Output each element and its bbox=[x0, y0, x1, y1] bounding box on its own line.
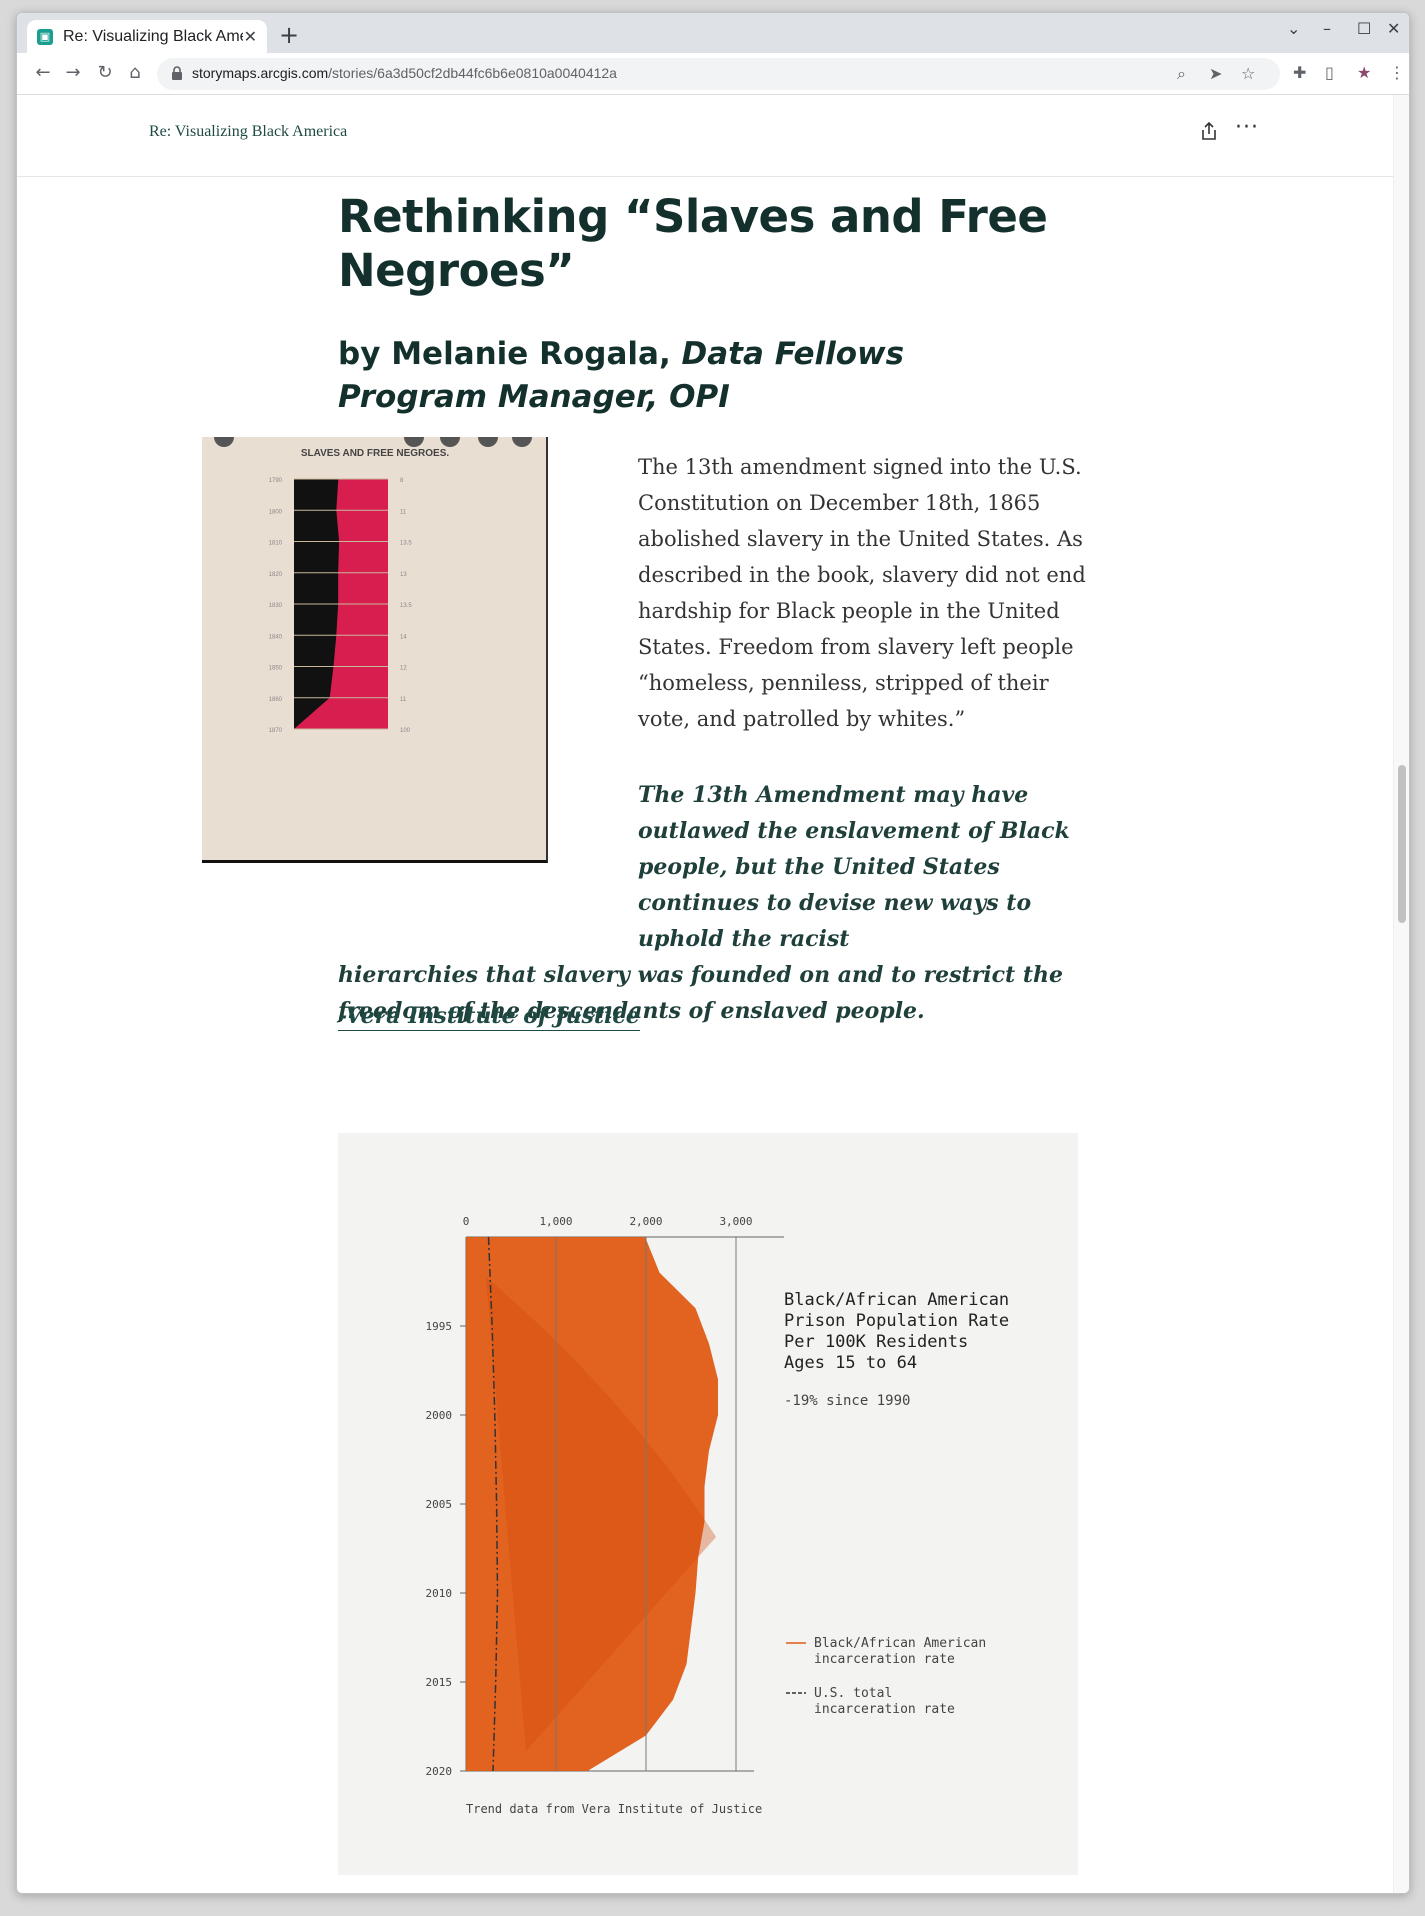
y-tick-label: 2005 bbox=[426, 1498, 453, 1511]
body-paragraph: The 13th amendment signed into the U.S. … bbox=[638, 455, 1086, 731]
plate-year-label: 1800 bbox=[269, 509, 283, 515]
y-tick-label: 2010 bbox=[426, 1587, 453, 1600]
new-tab-button[interactable]: + bbox=[279, 21, 299, 49]
article-title: Rethinking “Slaves and Free Negroes” bbox=[338, 190, 1048, 297]
plate-year-label: 1830 bbox=[269, 603, 283, 609]
plate-year-label: 1860 bbox=[269, 697, 283, 703]
chart-subtitle: -19% since 1990 bbox=[784, 1393, 910, 1409]
byline-author: by Melanie Rogala, bbox=[338, 336, 682, 372]
send-icon[interactable]: ➤ bbox=[1209, 64, 1222, 83]
pull-quote-line1: The 13th Amendment may have outlawed the… bbox=[638, 782, 1070, 952]
more-icon[interactable]: ··· bbox=[1235, 115, 1259, 140]
plate-year-label: 1850 bbox=[269, 666, 283, 672]
vera-institute-link[interactable]: -Vera Institute of Justice bbox=[338, 1003, 640, 1031]
legend-label: Black/African American bbox=[814, 1636, 986, 1651]
plate-year-label: 1840 bbox=[269, 634, 283, 640]
legend-label: U.S. total bbox=[814, 1686, 892, 1701]
url-host: storymaps.arcgis.com bbox=[192, 65, 329, 81]
plate-year-label: 1820 bbox=[269, 572, 283, 578]
chart-title-line: Black/African American bbox=[784, 1290, 1009, 1310]
article-byline: by Melanie Rogala, Data Fellows Program … bbox=[338, 333, 1038, 419]
forward-icon[interactable]: → bbox=[61, 62, 85, 83]
plate-title: SLAVES AND FREE NEGROES. bbox=[301, 448, 450, 459]
tab-strip: ▣ Re: Visualizing Black Ame ✕ + ⌄ – ☐ ✕ bbox=[17, 13, 1409, 53]
plate-percent-label: 11 bbox=[400, 509, 407, 515]
story-header: Re: Visualizing Black America ··· bbox=[17, 95, 1395, 177]
chart-title-line: Ages 15 to 64 bbox=[784, 1353, 917, 1373]
tab-search-icon[interactable]: ⌄ bbox=[1287, 19, 1300, 38]
share-icon[interactable] bbox=[1201, 121, 1217, 141]
plate-year-label: 1810 bbox=[269, 541, 283, 547]
side-panel-icon[interactable]: ▯ bbox=[1325, 63, 1334, 82]
legend-label: incarceration rate bbox=[814, 1652, 955, 1667]
y-tick-label: 2020 bbox=[426, 1765, 453, 1778]
menu-kebab-icon[interactable]: ⋮ bbox=[1389, 63, 1405, 82]
plate-percent-label: 13 bbox=[400, 572, 407, 578]
extensions-icon[interactable]: ✚ bbox=[1293, 63, 1306, 82]
home-icon[interactable]: ⌂ bbox=[123, 62, 147, 83]
scrollbar-thumb[interactable] bbox=[1398, 765, 1406, 923]
chart-title-line: Per 100K Residents bbox=[784, 1332, 968, 1352]
url-path: /stories/6a3d50cf2db44fc6b6e0810a0040412… bbox=[328, 65, 617, 81]
x-tick-label: 1,000 bbox=[539, 1215, 572, 1228]
plate-year-label: 1870 bbox=[269, 728, 283, 734]
browser-tab[interactable]: ▣ Re: Visualizing Black Ame ✕ bbox=[27, 20, 267, 53]
pull-quote: The 13th Amendment may have outlawed the… bbox=[338, 777, 1098, 1029]
storymaps-favicon-icon: ▣ bbox=[37, 28, 53, 45]
browser-toolbar: ← → ↻ ⌂ storymaps.arcgis.com/stories/6a3… bbox=[17, 53, 1409, 95]
close-window-icon[interactable]: ✕ bbox=[1387, 19, 1400, 38]
chart-title-line: Prison Population Rate bbox=[784, 1311, 1009, 1331]
x-tick-label: 2,000 bbox=[629, 1215, 662, 1228]
story-name-link[interactable]: Re: Visualizing Black America bbox=[149, 123, 347, 141]
lock-icon bbox=[172, 66, 182, 80]
prison-population-chart: 0 1,000 2,000 3,000 1995 2000 2005 2010 2015 2020… bbox=[338, 1133, 1078, 1875]
y-tick-label: 1995 bbox=[426, 1320, 453, 1333]
chart-source: Trend data from Vera Institute of Justic… bbox=[466, 1802, 762, 1816]
tab-title: Re: Visualizing Black Ame bbox=[63, 27, 243, 45]
plate-percent-label: 14 bbox=[400, 634, 407, 640]
x-tick-label: 3,000 bbox=[719, 1215, 752, 1228]
x-tick-label: 0 bbox=[463, 1215, 470, 1228]
reload-icon[interactable]: ↻ bbox=[93, 62, 117, 83]
browser-window: ▣ Re: Visualizing Black Ame ✕ + ⌄ – ☐ ✕ … bbox=[16, 12, 1410, 1894]
zoom-icon[interactable]: ⌕ bbox=[1177, 64, 1186, 84]
url-text: storymaps.arcgis.com/stories/6a3d50cf2db… bbox=[192, 65, 617, 81]
page-content: Re: Visualizing Black America ··· Rethin… bbox=[17, 95, 1395, 1893]
prison-chart-svg: 0 1,000 2,000 3,000 1995 2000 2005 2010 2015 2020… bbox=[426, 1215, 1010, 1816]
legend-label: incarceration rate bbox=[814, 1702, 955, 1717]
plate-percent-label: 12 bbox=[400, 666, 407, 672]
plate-percent-label: 13.5 bbox=[400, 541, 412, 547]
plate-year-label: 1790 bbox=[269, 478, 283, 484]
y-tick-label: 2000 bbox=[426, 1409, 453, 1422]
profile-star-icon[interactable]: ★ bbox=[1357, 63, 1371, 82]
plate-percent-label: 100 bbox=[400, 728, 411, 734]
y-tick-label: 2015 bbox=[426, 1676, 453, 1689]
bookmark-star-icon[interactable]: ☆ bbox=[1241, 64, 1255, 83]
tab-close-icon[interactable]: ✕ bbox=[244, 27, 257, 46]
page-scrollbar[interactable] bbox=[1393, 95, 1409, 1893]
plate-percent-label: 13.5 bbox=[400, 603, 412, 609]
address-bar[interactable]: storymaps.arcgis.com/stories/6a3d50cf2db… bbox=[157, 58, 1280, 90]
maximize-icon[interactable]: ☐ bbox=[1357, 19, 1371, 38]
back-icon[interactable]: ← bbox=[31, 62, 55, 83]
plate-percent-label: 11 bbox=[400, 697, 407, 703]
minimize-icon[interactable]: – bbox=[1323, 19, 1331, 38]
